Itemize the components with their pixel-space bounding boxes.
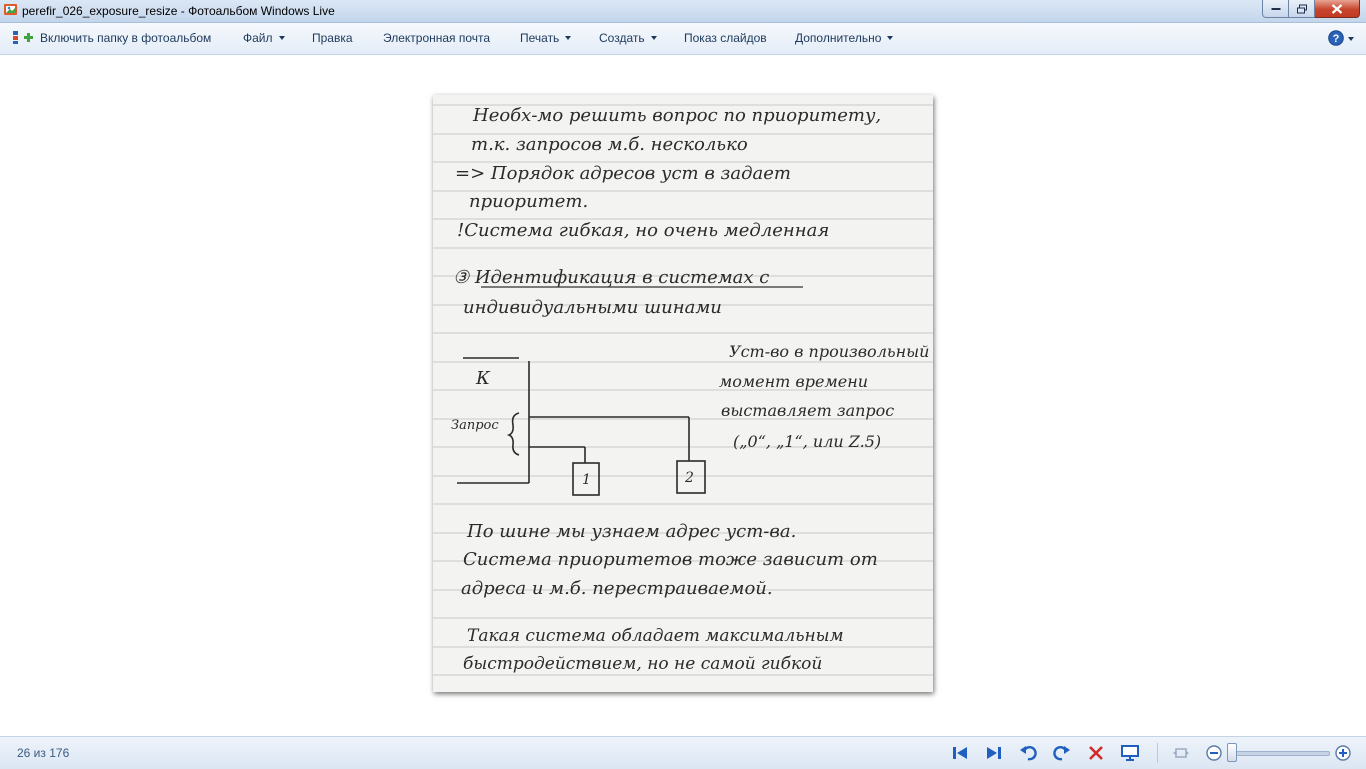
close-icon (1331, 3, 1343, 14)
extras-menu[interactable]: Дополнительно (795, 23, 894, 54)
zoom-slider-track[interactable] (1234, 751, 1330, 756)
diagram-label-request: Запрос (451, 418, 499, 433)
note-line-2: т.к. запросов м.б. несколько (471, 134, 748, 155)
note-line-3: => Порядок адресов уст в задает (455, 163, 791, 184)
help-chevron-down-icon[interactable] (1348, 37, 1354, 41)
chevron-down-icon (565, 36, 572, 40)
help-icon[interactable]: ? (1328, 30, 1344, 46)
slideshow-button[interactable]: Показ слайдов (684, 23, 767, 54)
note-line-5: !Система гибкая, но очень медленная (457, 220, 829, 241)
print-menu-label: Печать (520, 31, 560, 45)
handwritten-notes-photo: Необх-мо решить вопрос по приоритету, т.… (433, 95, 933, 692)
include-folder-icon (13, 31, 33, 44)
note-side-4: („0“, „1“, или Z.5) (733, 432, 881, 451)
zoom-out-icon[interactable] (1205, 744, 1223, 762)
note-line-7: индивидуальными шинами (463, 297, 722, 318)
window-controls (1262, 0, 1360, 18)
toolbar-divider (1157, 743, 1158, 763)
slideshow-icon[interactable] (1121, 744, 1139, 762)
include-folder-button[interactable]: Включить папку в фотоальбом (12, 23, 211, 54)
note-line-10: адреса и м.б. перестраиваемой. (461, 578, 773, 599)
email-menu[interactable]: Электронная почта (383, 23, 490, 54)
note-side-1: Уст-во в произвольный (729, 342, 929, 361)
previous-photo-icon[interactable] (951, 744, 969, 762)
include-folder-label: Включить папку в фотоальбом (40, 31, 212, 45)
note-line-4: приоритет. (469, 191, 588, 212)
extras-menu-label: Дополнительно (795, 31, 882, 45)
print-menu[interactable]: Печать (520, 23, 572, 54)
note-line-9: Система приоритетов тоже зависит от (463, 549, 878, 570)
zoom-slider-thumb[interactable] (1227, 743, 1237, 762)
restore-button[interactable] (1289, 0, 1315, 18)
chevron-down-icon (650, 36, 657, 40)
window-title: perefir_026_exposure_resize - Фотоальбом… (22, 4, 335, 18)
command-bar: Включить папку в фотоальбом Файл Правка … (0, 23, 1366, 55)
create-menu-label: Создать (599, 31, 645, 45)
zoom-in-icon[interactable] (1334, 744, 1352, 762)
notebook-page-image: Необх-мо решить вопрос по приоритету, т.… (433, 104, 933, 676)
note-side-2: момент времени (719, 372, 868, 391)
note-line-6: ③ Идентификация в системах с (453, 267, 769, 288)
title-bar: perefir_026_exposure_resize - Фотоальбом… (0, 0, 1366, 23)
rotate-right-icon[interactable] (1053, 744, 1071, 762)
chevron-down-icon (278, 36, 285, 40)
delete-icon[interactable] (1087, 744, 1105, 762)
minimize-icon (1271, 7, 1280, 10)
note-line-12: быстродействием, но не самой гибкой (463, 654, 822, 674)
file-menu-label: Файл (243, 31, 273, 45)
diagram-label-device-1: 1 (582, 472, 591, 488)
navigation-bar: 26 из 176 (0, 736, 1366, 769)
next-photo-icon[interactable] (985, 744, 1003, 762)
actual-size-icon[interactable] (1172, 744, 1190, 762)
note-line-11: Такая система обладает максимальным (467, 626, 844, 646)
edit-menu-label: Правка (312, 31, 353, 45)
diagram-label-device-2: 2 (684, 470, 694, 486)
restore-icon (1296, 4, 1307, 13)
note-side-3: выставляет запрос (721, 401, 894, 420)
close-button[interactable] (1315, 0, 1360, 18)
chevron-down-icon (887, 36, 894, 40)
edit-menu[interactable]: Правка (312, 23, 353, 54)
note-line-1: Необх-мо решить вопрос по приоритету, (472, 105, 881, 126)
note-line-8: По шине мы узнаем адрес уст-ва. (466, 521, 796, 542)
create-menu[interactable]: Создать (599, 23, 657, 54)
minimize-button[interactable] (1262, 0, 1289, 18)
diagram-label-k: К (475, 368, 491, 389)
photo-counter: 26 из 176 (17, 746, 70, 760)
svg-text:?: ? (1333, 33, 1340, 45)
slideshow-label: Показ слайдов (684, 31, 767, 45)
photo-gallery-app-icon (4, 4, 17, 15)
email-menu-label: Электронная почта (383, 31, 491, 45)
rotate-left-icon[interactable] (1019, 744, 1037, 762)
file-menu[interactable]: Файл (243, 23, 285, 54)
